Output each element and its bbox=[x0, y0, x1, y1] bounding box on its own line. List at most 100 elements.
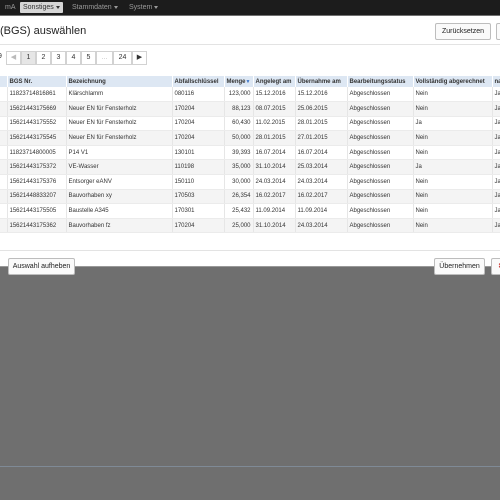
table-row[interactable]: 011823714816861Klärschlamm080116123,0001… bbox=[0, 87, 500, 103]
apply-button[interactable]: Übernehmen bbox=[434, 258, 485, 275]
table-row[interactable]: 515621443175505Baustelle A34517030125,43… bbox=[0, 203, 500, 219]
table-cell: 30,000 bbox=[224, 174, 254, 190]
table-cell: 60,430 bbox=[224, 116, 254, 132]
table-row[interactable]: 615621443175376Entsorger eANV15011030,00… bbox=[0, 174, 500, 190]
table-cell: Abgeschlossen bbox=[347, 116, 414, 132]
table-cell: Nein bbox=[413, 203, 493, 219]
table-cell: Abgeschlossen bbox=[347, 145, 414, 161]
table-cell: Ja bbox=[492, 145, 500, 161]
row-select-cell[interactable]: 2 bbox=[0, 159, 8, 176]
column-header-abfallschluessel[interactable]: Abfallschlüssel bbox=[172, 76, 225, 87]
row-select-cell[interactable]: 2 bbox=[0, 116, 8, 132]
nav-item-ma[interactable]: mA bbox=[2, 2, 19, 13]
table-cell: 39,393 bbox=[224, 145, 254, 161]
reset-button[interactable]: Zurücksetzen bbox=[435, 23, 491, 40]
table-cell: Neuer EN für Fensterholz bbox=[66, 101, 173, 117]
table-cell: 15621443175552 bbox=[7, 116, 67, 132]
table-cell: 15621443175376 bbox=[7, 174, 67, 190]
table-cell: Abgeschlossen bbox=[347, 101, 414, 117]
column-header-select[interactable] bbox=[0, 76, 8, 87]
column-header-status[interactable]: Bearbeitungsstatus bbox=[347, 76, 414, 87]
table-cell: 11.02.2015 bbox=[253, 116, 296, 132]
footer-divider bbox=[0, 250, 500, 251]
table-cell: Nein bbox=[413, 87, 493, 103]
table-cell: Klärschlamm bbox=[66, 87, 173, 103]
table-cell: Ja bbox=[413, 159, 493, 176]
row-select-cell[interactable]: 2 bbox=[0, 218, 8, 234]
table-row[interactable]: 215621443175552Neuer EN für Fensterholz1… bbox=[0, 116, 500, 132]
page-1-button[interactable]: 1 bbox=[21, 51, 36, 65]
nav-item-sonstiges[interactable]: Sonstiges bbox=[20, 2, 63, 13]
table-cell: Nein bbox=[413, 174, 493, 190]
table-cell: Ja bbox=[492, 218, 500, 234]
chevron-down-icon bbox=[113, 5, 118, 9]
page-5-button[interactable]: 5 bbox=[81, 51, 96, 65]
row-select-cell[interactable]: 9 bbox=[0, 101, 8, 117]
table-cell: 24.03.2014 bbox=[295, 174, 348, 190]
column-header-bgs-nr[interactable]: BGS Nr. bbox=[7, 76, 67, 87]
row-select-cell[interactable]: 7 bbox=[0, 189, 8, 205]
table-cell: Ja bbox=[492, 101, 500, 117]
page-2-button[interactable]: 2 bbox=[36, 51, 51, 65]
column-header-menge[interactable]: Menge▼ bbox=[224, 76, 254, 87]
table-cell: 110198 bbox=[172, 159, 225, 176]
table-cell: 170204 bbox=[172, 218, 225, 234]
clear-selection-button[interactable]: Auswahl aufheben bbox=[8, 258, 75, 275]
table-cell: 28.01.2015 bbox=[253, 130, 296, 146]
table-cell: Ja bbox=[492, 116, 500, 132]
table-row[interactable]: 915621443175669Neuer EN für Fensterholz1… bbox=[0, 101, 500, 117]
cancel-button[interactable]: ✖ bbox=[491, 258, 500, 275]
table-cell: 15621448833207 bbox=[7, 189, 67, 205]
table-cell: Abgeschlossen bbox=[347, 189, 414, 205]
table-cell: Ja bbox=[492, 189, 500, 205]
table-cell: 88,123 bbox=[224, 101, 254, 117]
column-header-angelegt[interactable]: Angelegt am bbox=[253, 76, 296, 87]
table-row[interactable]: 215621443175362Bauvorhaben fz17020425,00… bbox=[0, 218, 500, 234]
backdrop-divider bbox=[0, 466, 500, 467]
row-select-cell[interactable]: 5 bbox=[0, 145, 8, 161]
table-cell: 24.03.2014 bbox=[295, 218, 348, 234]
page-3-button[interactable]: 3 bbox=[51, 51, 66, 65]
table-cell: 11823714816861 bbox=[7, 87, 67, 103]
table-cell: VE-Wasser bbox=[66, 159, 173, 176]
page-ellipsis: ... bbox=[96, 51, 113, 65]
nav-item-stammdaten[interactable]: Stammdaten bbox=[69, 2, 121, 13]
row-select-cell[interactable]: 0 bbox=[0, 87, 8, 103]
table-cell: 170204 bbox=[172, 130, 225, 146]
row-select-cell[interactable]: 5 bbox=[0, 203, 8, 219]
table-cell: Bauvorhaben fz bbox=[66, 218, 173, 234]
column-header-abgerechnet[interactable]: Vollständig abgerechnet bbox=[413, 76, 493, 87]
table-row[interactable]: 215621443175372VE-Wasser11019835,00031.1… bbox=[0, 159, 500, 176]
header-divider bbox=[0, 44, 500, 45]
table-cell: Nein bbox=[413, 145, 493, 161]
table-cell: 15621443175505 bbox=[7, 203, 67, 219]
table-cell: Abgeschlossen bbox=[347, 159, 414, 176]
page-24-button[interactable]: 24 bbox=[113, 51, 132, 65]
table-cell: Abgeschlossen bbox=[347, 203, 414, 219]
bgs-table: BGS Nr. Bezeichnung Abfallschlüssel Meng… bbox=[0, 76, 500, 234]
column-header-uebernahme[interactable]: Übernahme am bbox=[295, 76, 348, 87]
row-select-cell[interactable]: 5 bbox=[0, 130, 8, 146]
prev-page-button[interactable]: ◀ bbox=[6, 51, 21, 65]
column-header-na[interactable]: na bbox=[492, 76, 500, 87]
top-navbar: mA Sonstiges Stammdaten System bbox=[0, 0, 500, 15]
modal-title: (BGS) auswählen bbox=[0, 25, 87, 37]
table-cell: Abgeschlossen bbox=[347, 218, 414, 234]
row-select-cell[interactable]: 6 bbox=[0, 174, 8, 190]
table-cell: Ja bbox=[413, 116, 493, 132]
table-cell: Nein bbox=[413, 189, 493, 205]
table-row[interactable]: 515621443175545Neuer EN für Fensterholz1… bbox=[0, 130, 500, 146]
table-row[interactable]: 511823714800005P14 V113010139,39316.07.2… bbox=[0, 145, 500, 161]
extra-header-button[interactable] bbox=[496, 23, 500, 40]
next-page-button[interactable]: ▶ bbox=[132, 51, 147, 65]
table-cell: 080116 bbox=[172, 87, 225, 103]
page-size-value: 9 bbox=[0, 53, 2, 60]
column-header-bezeichnung[interactable]: Bezeichnung bbox=[66, 76, 173, 87]
table-cell: 24.03.2014 bbox=[253, 174, 296, 190]
table-cell: 123,000 bbox=[224, 87, 254, 103]
page-4-button[interactable]: 4 bbox=[66, 51, 81, 65]
table-cell: Entsorger eANV bbox=[66, 174, 173, 190]
table-row[interactable]: 715621448833207Bauvorhaben xy17050326,35… bbox=[0, 189, 500, 205]
nav-item-system[interactable]: System bbox=[126, 2, 161, 13]
menge-label: Menge bbox=[226, 78, 246, 85]
